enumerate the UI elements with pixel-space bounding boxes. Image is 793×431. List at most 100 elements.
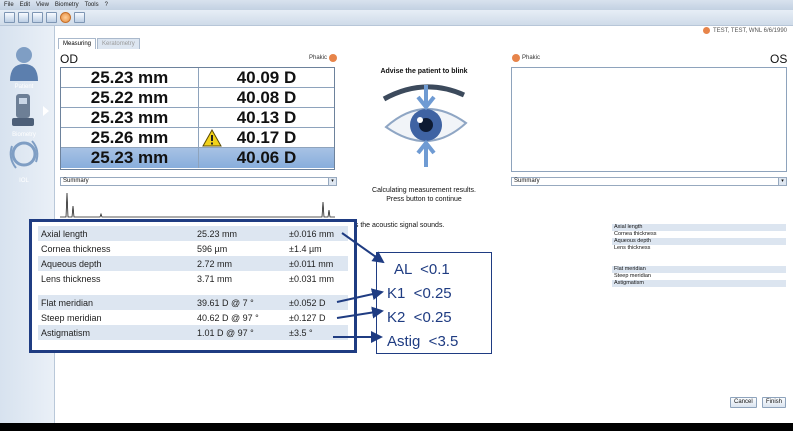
menu-bar: File Edit View Biometry Tools ? [0,0,793,10]
os-phakic[interactable]: Phakic [512,54,540,62]
axial-length-cell: 25.23 mm [61,68,199,87]
limit-al: AL <0.1 [394,261,450,278]
table-row: Cornea thickness 596 µm ±1.4 µm [38,241,348,256]
axial-length-cell: 25.26 mm [61,128,199,147]
menu-view[interactable]: View [36,2,49,8]
nav-iol-label: IOL [19,178,29,184]
list-item: Aqueous depth [612,238,786,245]
finish-button[interactable]: Finish [762,397,787,408]
chevron-down-icon: ▾ [778,178,786,185]
os-summary-list-1: Axial length Cornea thickness Aqueous de… [612,224,786,252]
menu-help[interactable]: ? [105,2,108,8]
list-item: Flat meridian [612,266,786,273]
instruction-panel: Advise the patient to blink Calculating … [342,64,506,216]
keratometry-cell-warning: 40.17 D [199,128,334,147]
od-summary-value: Summary [63,178,89,184]
list-item: Steep meridian [614,273,651,279]
patient-label: TEST, TEST, WNL 6/6/1990 [712,27,787,34]
os-title: OS [770,52,788,66]
open-icon[interactable] [18,12,29,23]
list-item: Axial length [612,224,786,231]
nav-patient[interactable]: Patient [4,44,44,90]
keratometry-value: 40.17 D [236,127,297,147]
new-icon[interactable] [4,12,15,23]
menu-file[interactable]: File [4,2,14,8]
os-summary-value: Summary [514,178,540,184]
save-icon[interactable] [32,12,43,23]
table-row[interactable]: 25.23 mm 40.13 D [61,108,334,128]
table-row[interactable]: 25.23 mm 40.09 D [61,68,334,88]
calculating-line-2: Press button to continue [386,196,462,203]
od-summary-results: Axial length 25.23 mm ±0.016 mm Cornea t… [29,219,357,353]
table-row: Astigmatism 1.01 D @ 97 ° ±3.5 ° [38,325,348,340]
table-row: Steep meridian 40.62 D @ 97 ° ±0.127 D [38,310,348,325]
od-phakic-icon [329,54,338,62]
acoustic-instruction: as the acoustic signal sounds. [351,222,445,229]
os-summary-list-2: Flat meridian Steep meridian Astigmatism [612,266,786,287]
result-sd: ±0.127 D [289,312,326,323]
tab-keratometry[interactable]: Keratometry [97,38,140,49]
keratometry-cell: 40.06 D [236,148,297,167]
result-label: Flat meridian [41,297,94,308]
tolerance-limits-box: AL <0.1 K1 <0.25 K2 <0.25 Astig <3.5 [376,252,492,354]
nav-arrow-icon [43,106,49,116]
result-value: 2.72 mm [197,258,233,269]
menu-edit[interactable]: Edit [20,2,30,8]
warning-icon [202,129,222,147]
acoustic-signal-graph [60,192,335,218]
os-summary-select[interactable]: Summary ▾ [511,177,787,186]
result-value: 1.01 D @ 97 ° [197,327,254,338]
result-value: 39.61 D @ 7 ° [197,297,254,308]
print-icon[interactable] [46,12,57,23]
table-row[interactable]: 25.26 mm 40.17 D [61,128,334,148]
list-item: Lens thickness [614,245,651,251]
result-value: 596 µm [197,243,228,254]
result-label: Steep meridian [41,312,102,323]
settings-icon[interactable] [74,12,85,23]
result-label: Aqueous depth [41,258,102,269]
patient-icon[interactable] [60,12,71,23]
patient-header: TEST, TEST, WNL 6/6/1990 [702,27,787,34]
od-phakic[interactable]: Phakic [309,54,338,62]
advise-text: Advise the patient to blink [380,68,468,75]
toolbar [0,10,793,26]
result-value: 3.71 mm [197,273,233,284]
nav-patient-label: Patient [14,84,34,90]
tab-measuring[interactable]: Measuring [58,38,97,49]
list-item: Cornea thickness [614,231,657,237]
calculating-text: Calculating measurement results. Press b… [342,186,506,204]
table-row: Aqueous depth 2.72 mm ±0.011 mm [38,256,348,271]
table-row[interactable]: 25.22 mm 40.08 D [61,88,334,108]
limit-k2: K2 <0.25 [387,309,452,326]
calculating-line-1: Calculating measurement results. [372,187,476,194]
table-row-selected[interactable]: 25.23 mm 40.06 D [61,148,334,168]
os-phakic-label: Phakic [522,55,541,61]
keratometry-cell: 40.09 D [236,67,297,87]
nav-biometry[interactable]: Biometry [4,92,44,138]
result-sd: ±0.052 D [289,297,326,308]
status-icon [702,27,710,34]
biometry-icon [12,94,34,126]
result-value: 40.62 D @ 97 ° [197,312,259,323]
menu-tools[interactable]: Tools [85,2,99,8]
result-label: Lens thickness [41,273,101,284]
table-row: Flat meridian 39.61 D @ 7 ° ±0.052 D [38,295,348,310]
keratometry-cell: 40.13 D [236,107,297,127]
tab-bar: Measuring Keratometry [58,38,140,49]
od-summary-select[interactable]: Summary ▾ [60,177,337,186]
os-phakic-icon [512,54,520,62]
table-row: Axial length 25.23 mm ±0.016 mm [38,226,348,241]
menu-biometry[interactable]: Biometry [55,2,79,8]
nav-iol[interactable]: IOL [4,138,44,184]
list-item: Astigmatism [612,280,786,287]
table-row: Lens thickness 3.71 mm ±0.031 mm [38,271,348,286]
divider [38,286,348,295]
result-value: 25.23 mm [197,228,238,239]
result-label: Astigmatism [41,327,91,338]
keratometry-cell: 40.08 D [236,87,297,107]
cancel-button[interactable]: Cancel [730,397,757,408]
axial-length-cell: 25.23 mm [61,108,199,127]
od-phakic-label: Phakic [309,55,328,61]
app-window: File Edit View Biometry Tools ? TEST, TE… [0,0,793,423]
result-sd: ±0.016 mm [289,228,334,239]
